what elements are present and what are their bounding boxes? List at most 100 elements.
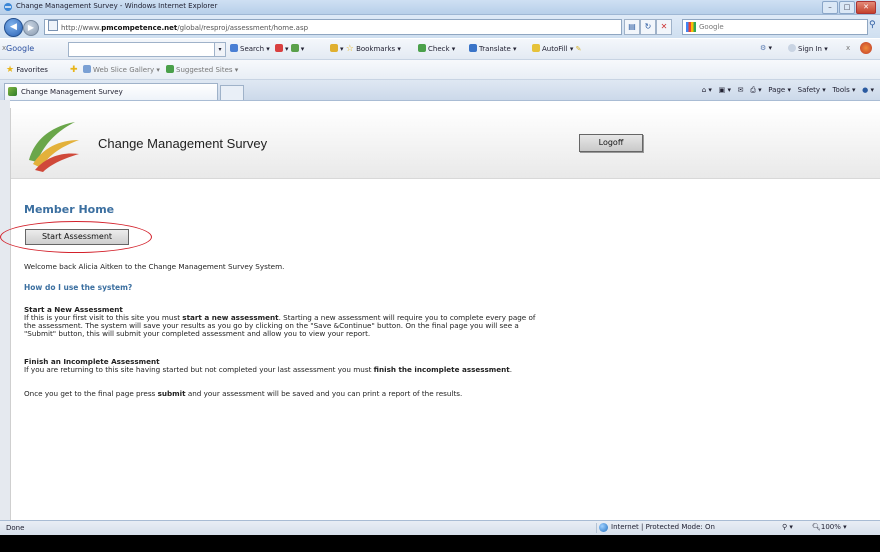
page-content: Change Management Survey Logoff Member H…: [10, 108, 880, 520]
close-icon[interactable]: ✕: [856, 1, 876, 14]
wrench-icon: ⚙: [760, 44, 767, 52]
security-zone[interactable]: Internet | Protected Mode: On: [596, 523, 715, 533]
address-input[interactable]: http://www.pmcompetence.net/global/respr…: [44, 19, 622, 35]
ie-addon-icon[interactable]: [860, 42, 874, 55]
web-slice-icon: [83, 65, 91, 73]
page-icon: [48, 20, 58, 31]
translate-label: Translate: [479, 45, 511, 53]
spellcheck-icon: [418, 44, 426, 52]
help-icon[interactable]: ●: [862, 86, 868, 94]
bookmarks-button[interactable]: ▾ ☆ Bookmarks ▾: [330, 44, 401, 54]
page-title: Member Home: [24, 203, 115, 216]
status-text: Done: [6, 524, 25, 532]
home-icon[interactable]: ⌂: [702, 86, 706, 94]
compat-view-icon[interactable]: ▤: [624, 19, 640, 35]
minimize-icon[interactable]: –: [822, 1, 838, 14]
final-instruction: Once you get to the final page press sub…: [24, 389, 462, 398]
chevron-down-icon[interactable]: ▾: [214, 43, 225, 56]
autofill-label: AutoFill: [542, 45, 568, 53]
add-favorite-icon: ✚: [70, 65, 78, 75]
add-favorite-button[interactable]: ✚: [70, 65, 78, 75]
search-input[interactable]: Google: [682, 19, 868, 35]
how-to-heading: How do I use the system?: [24, 283, 133, 292]
finish-emphasis: finish the incomplete assessment: [373, 365, 510, 374]
start-new-line-3: "Submit" button, this will submit your c…: [24, 329, 371, 338]
zoom-control[interactable]: 🔍︎100% ▾: [812, 523, 847, 531]
logoff-button[interactable]: Logoff: [579, 134, 643, 152]
google-settings-button[interactable]: ⚙ ▾: [760, 44, 772, 52]
site-favicon-icon: [8, 87, 17, 96]
google-toolbar-misc[interactable]: ▾ ▾: [275, 44, 304, 53]
share-icon: [290, 44, 299, 52]
feeds-icon[interactable]: ▣: [719, 86, 726, 94]
sign-in-button[interactable]: Sign In ▾: [788, 44, 828, 53]
welcome-text: Welcome back Alicia Aitken to the Change…: [24, 262, 285, 271]
favorites-star-icon: ★: [6, 65, 15, 75]
address-bar-row: ◀ ▶ http://www.pmcompetence.net/global/r…: [0, 15, 880, 38]
window-title-bar: Change Management Survey - Windows Inter…: [0, 0, 880, 15]
maximize-icon[interactable]: □: [839, 1, 855, 14]
window-title: Change Management Survey - Windows Inter…: [16, 2, 218, 10]
new-tab-button[interactable]: [220, 85, 244, 100]
taskbar-edge: [0, 535, 880, 552]
finish-line-c: .: [509, 365, 513, 374]
page-menu[interactable]: Page: [768, 86, 785, 94]
bookmarks-icon: [330, 44, 338, 52]
tab-change-management-survey[interactable]: Change Management Survey: [4, 83, 218, 100]
tab-row: Change Management Survey ⌂ ▾ ▣ ▾ ✉ ⎙ ▾ P…: [0, 80, 880, 101]
favorites-bar: ★ Favorites ✚ Web Slice Gallery ▾ Sugges…: [0, 60, 880, 80]
translate-button[interactable]: Translate ▾: [469, 44, 517, 53]
pencil-icon: ✎: [575, 45, 582, 53]
bookmarks-label: Bookmarks: [356, 45, 396, 53]
final-c: and your assessment will be saved and yo…: [185, 389, 463, 398]
favorites-button[interactable]: ★ Favorites: [6, 65, 48, 75]
stop-icon[interactable]: ✕: [656, 19, 672, 35]
window-controls: – □ ✕: [822, 1, 876, 14]
web-slice-label: Web Slice Gallery: [93, 66, 155, 74]
suggested-sites-label: Suggested Sites: [176, 66, 233, 74]
google-search-button[interactable]: Search ▾: [230, 44, 270, 53]
refresh-icon[interactable]: ↻: [640, 19, 656, 35]
print-icon[interactable]: ⎙: [750, 86, 756, 94]
safety-menu[interactable]: Safety: [798, 86, 820, 94]
google-toolbar: x Google ▾ Search ▾ ▾ ▾ ▾ ☆ Bookmarks ▾ …: [0, 39, 880, 60]
sign-in-label: Sign In: [798, 45, 822, 53]
google-toolbar-search-input[interactable]: ▾: [68, 42, 226, 57]
url-domain: pmcompetence.net: [101, 24, 178, 32]
protected-mode-icon[interactable]: ⚲ ▾: [782, 523, 793, 531]
search-icon[interactable]: ⚲: [869, 20, 876, 30]
google-search-icon: [230, 44, 238, 52]
star-icon: ☆: [345, 44, 354, 54]
internet-explorer-icon: [4, 3, 12, 11]
favorites-label: Favorites: [16, 66, 48, 74]
forward-button[interactable]: ▶: [23, 20, 39, 36]
check-label: Check: [428, 45, 450, 53]
google-toolbar-logo: Google: [6, 44, 35, 53]
popup-blocker-icon: [275, 44, 283, 52]
mail-icon[interactable]: ✉: [738, 86, 744, 94]
status-bar: Done Internet | Protected Mode: On ⚲ ▾ 🔍…: [0, 520, 880, 535]
tab-label: Change Management Survey: [21, 88, 123, 96]
close-google-toolbar-icon[interactable]: x: [846, 44, 850, 52]
final-emphasis: submit: [157, 389, 186, 398]
fav-suggested-sites[interactable]: Suggested Sites ▾: [166, 65, 238, 74]
zoom-level: 100%: [820, 523, 841, 531]
app-title: Change Management Survey: [98, 136, 268, 151]
app-logo-icon: [29, 122, 79, 172]
tools-menu[interactable]: Tools: [832, 86, 849, 94]
google-icon: [686, 22, 696, 32]
suggested-sites-icon: [166, 65, 174, 73]
back-button[interactable]: ◀: [4, 18, 23, 37]
autofill-icon: [532, 44, 540, 52]
translate-icon: [469, 44, 477, 52]
addon-icon: [860, 42, 872, 54]
url-path: /global/resproj/assessment/home.asp: [177, 24, 309, 32]
command-bar: ⌂ ▾ ▣ ▾ ✉ ⎙ ▾ Page ▾ Safety ▾ Tools ▾ ● …: [701, 86, 874, 94]
autofill-button[interactable]: AutoFill ▾ ✎: [532, 44, 581, 53]
url-prefix: http://www.: [61, 24, 102, 32]
fav-web-slice-gallery[interactable]: Web Slice Gallery ▾: [83, 65, 160, 74]
globe-icon: [599, 523, 608, 532]
check-button[interactable]: Check ▾: [418, 44, 455, 53]
search-provider-label: Google: [699, 23, 724, 31]
finish-line-a: If you are returning to this site having…: [24, 365, 374, 374]
